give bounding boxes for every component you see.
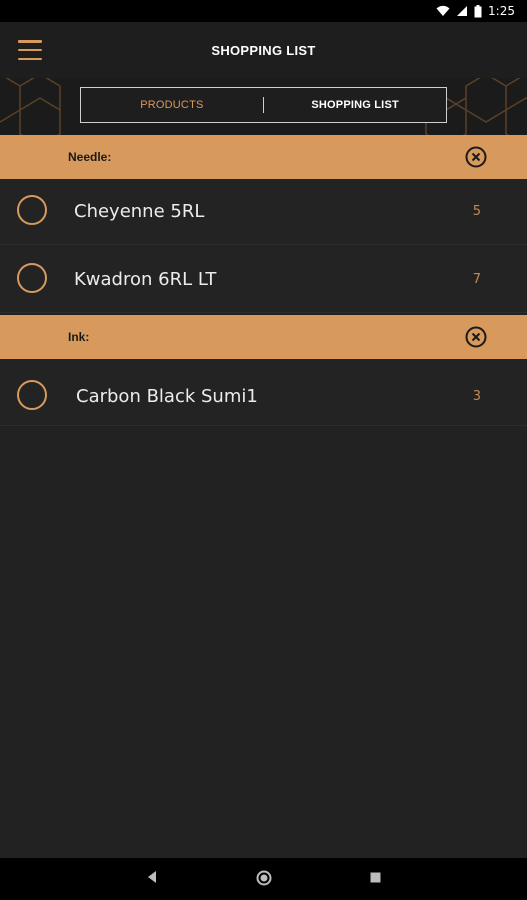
category-label: Needle: bbox=[68, 150, 112, 164]
checkbox-circle[interactable] bbox=[17, 380, 47, 410]
wifi-icon bbox=[436, 5, 450, 16]
checkbox-circle[interactable] bbox=[17, 195, 47, 225]
close-circle-icon[interactable] bbox=[465, 326, 487, 348]
list-item[interactable]: Cheyenne 5RL 5 bbox=[0, 179, 527, 245]
home-icon[interactable] bbox=[256, 870, 272, 886]
item-quantity: 7 bbox=[472, 272, 481, 287]
battery-icon bbox=[474, 4, 482, 17]
list-item[interactable]: Kwadron 6RL LT 7 bbox=[0, 247, 527, 313]
tab-products[interactable]: PRODUCTS bbox=[81, 99, 263, 111]
back-icon[interactable] bbox=[146, 870, 158, 884]
tab-shopping-list[interactable]: SHOPPING LIST bbox=[264, 99, 446, 111]
app-bar: SHOPPING LIST bbox=[0, 22, 527, 78]
close-circle-icon[interactable] bbox=[465, 146, 487, 168]
item-name: Carbon Black Sumi1 bbox=[76, 386, 258, 407]
status-bar: 1:25 bbox=[0, 0, 527, 22]
item-quantity: 3 bbox=[472, 389, 481, 404]
category-label: Ink: bbox=[68, 330, 90, 344]
tab-group: PRODUCTS SHOPPING LIST bbox=[80, 87, 447, 123]
menu-icon[interactable] bbox=[18, 40, 42, 60]
category-header-ink: Ink: bbox=[0, 315, 527, 359]
list-item[interactable]: Carbon Black Sumi1 3 bbox=[0, 360, 527, 426]
status-time: 1:25 bbox=[488, 4, 515, 18]
tab-strip: PRODUCTS SHOPPING LIST bbox=[0, 78, 527, 135]
item-name: Kwadron 6RL LT bbox=[74, 269, 217, 290]
item-name: Cheyenne 5RL bbox=[74, 201, 205, 222]
page-title: SHOPPING LIST bbox=[211, 42, 316, 58]
recents-icon[interactable] bbox=[370, 872, 381, 883]
item-quantity: 5 bbox=[472, 204, 481, 219]
category-header-needle: Needle: bbox=[0, 135, 527, 179]
signal-icon bbox=[457, 6, 468, 16]
system-nav-bar bbox=[0, 858, 527, 900]
checkbox-circle[interactable] bbox=[17, 263, 47, 293]
